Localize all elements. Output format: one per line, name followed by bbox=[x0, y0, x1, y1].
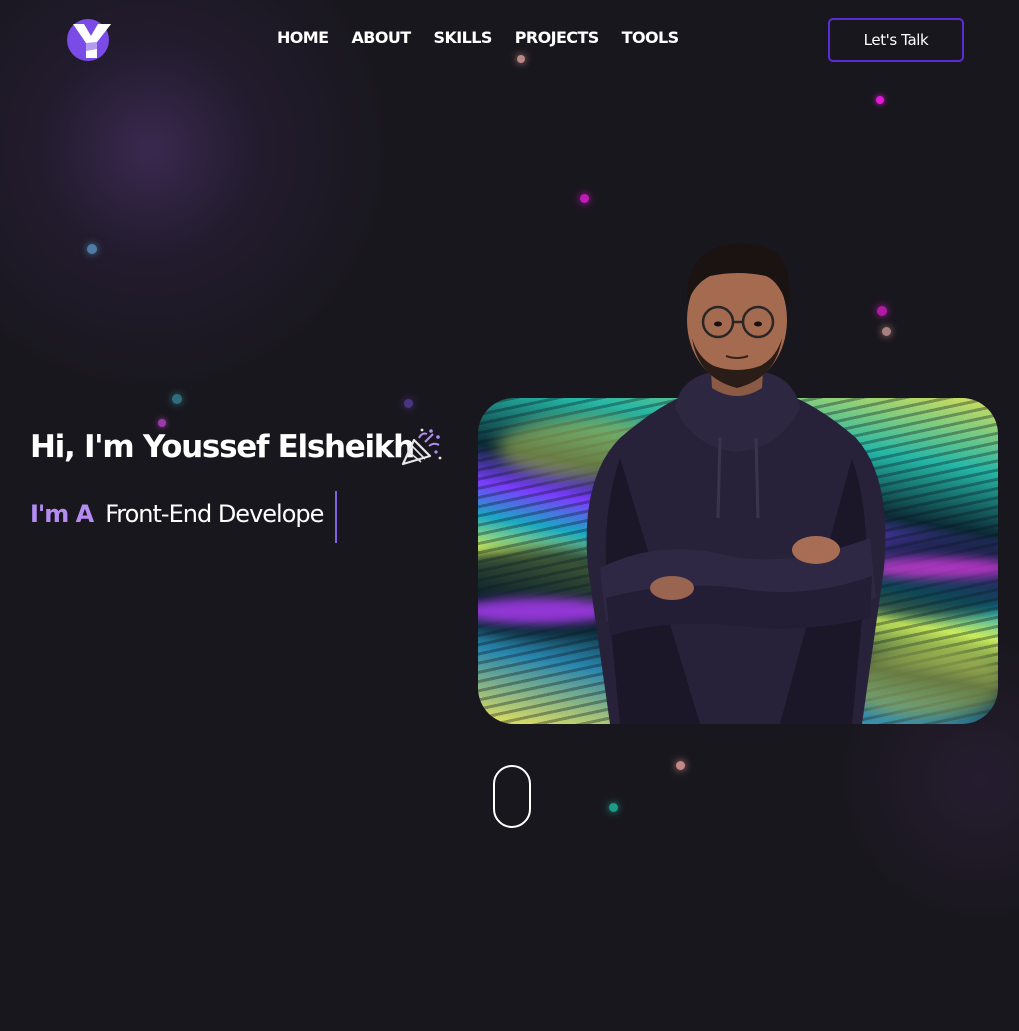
particle bbox=[876, 96, 884, 104]
page: HOME ABOUT SKILLS PROJECTS TOOLS Let's T… bbox=[0, 0, 1019, 1031]
particle bbox=[172, 394, 182, 404]
nav-tools-link[interactable]: TOOLS bbox=[622, 28, 679, 47]
lets-talk-button[interactable]: Let's Talk bbox=[828, 18, 964, 62]
scroll-mouse-icon[interactable] bbox=[493, 765, 531, 828]
typed-role-text: Front-End Develope bbox=[105, 500, 324, 528]
typing-cursor bbox=[335, 491, 337, 543]
hero-greeting: Hi, I'm Youssef Elsheikh bbox=[30, 429, 415, 465]
role-prefix: I'm A bbox=[30, 500, 94, 528]
role-line: I'm A Front-End Develope bbox=[30, 500, 324, 528]
nav-skills-link[interactable]: SKILLS bbox=[434, 28, 493, 47]
particle bbox=[87, 244, 97, 254]
nav-about-link[interactable]: ABOUT bbox=[351, 28, 411, 47]
particle bbox=[580, 194, 589, 203]
nav-projects-link[interactable]: PROJECTS bbox=[515, 28, 600, 47]
particle bbox=[517, 55, 525, 63]
profile-photo bbox=[586, 243, 886, 724]
y-logo-icon[interactable] bbox=[67, 18, 113, 62]
particle bbox=[676, 761, 685, 770]
nav-home-link[interactable]: HOME bbox=[277, 28, 329, 47]
particle bbox=[404, 399, 413, 408]
party-popper-icon bbox=[401, 428, 442, 466]
particle bbox=[609, 803, 618, 812]
main-nav: HOME ABOUT SKILLS PROJECTS TOOLS bbox=[277, 28, 702, 47]
particle bbox=[158, 419, 166, 427]
